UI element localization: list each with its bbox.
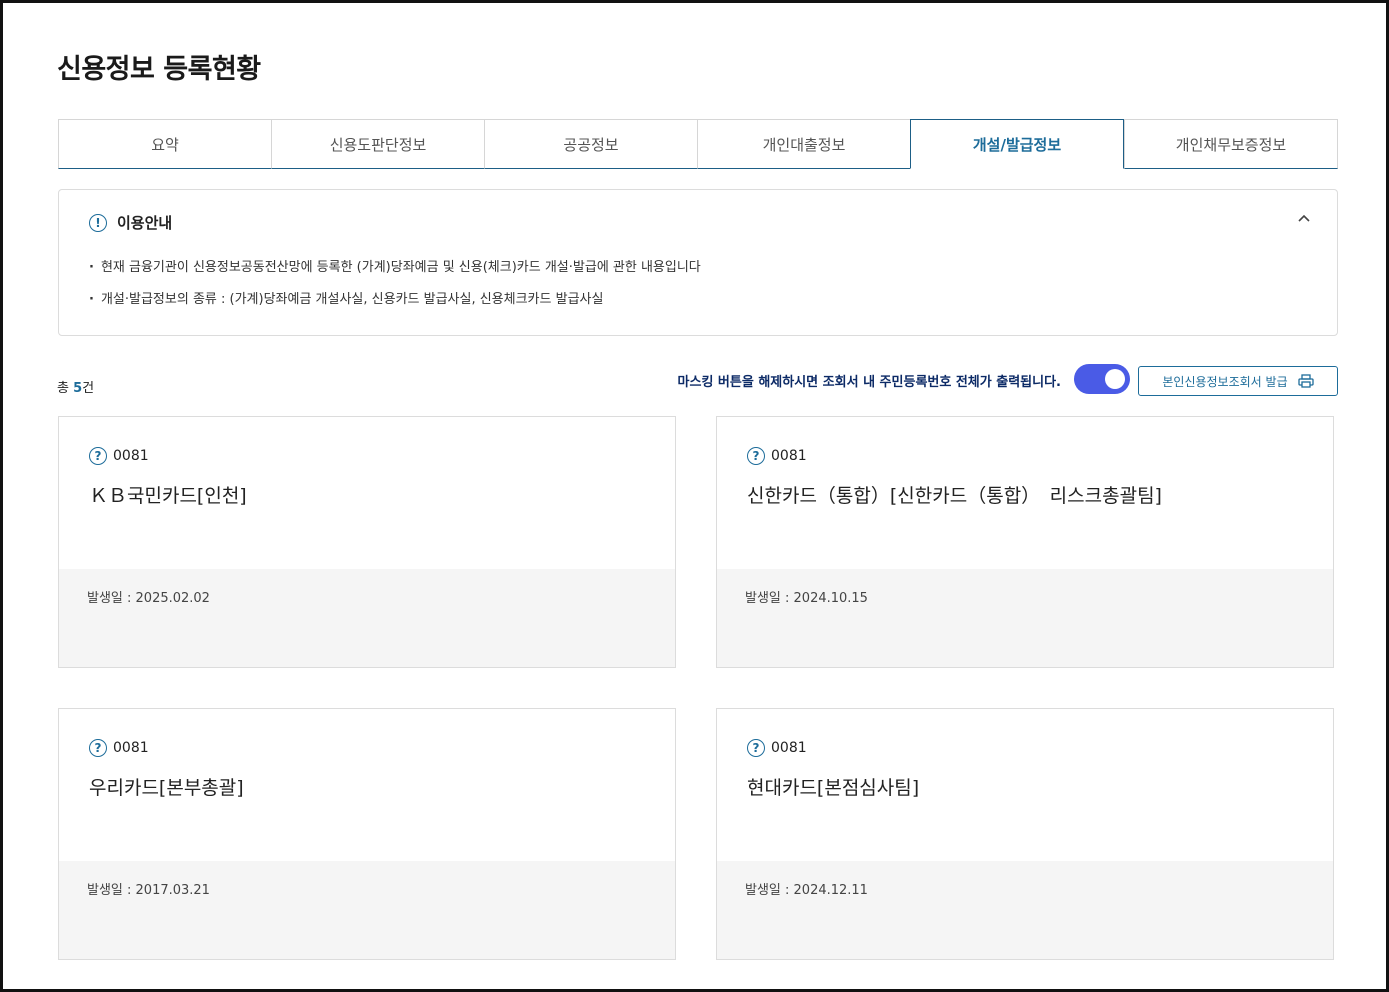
usage-guide-item: 개설·발급정보의 종류 : (가계)당좌예금 개설사실, 신용카드 발급사실, … bbox=[89, 288, 701, 307]
card-code-row: ? 0081 bbox=[89, 447, 149, 465]
question-circle-icon[interactable]: ? bbox=[89, 739, 107, 757]
count-suffix: 건 bbox=[82, 381, 95, 396]
card-footer: 발생일 : 2017.03.21 bbox=[59, 861, 675, 959]
tab-credit-judgment[interactable]: 신용도판단정보 bbox=[271, 119, 484, 169]
exclamation-circle-icon: ! bbox=[89, 213, 107, 232]
card-code-row: ? 0081 bbox=[89, 739, 149, 757]
card-footer: 발생일 : 2024.12.11 bbox=[717, 861, 1333, 959]
card-code: 0081 bbox=[771, 448, 807, 464]
card-code-row: ? 0081 bbox=[747, 739, 807, 757]
card-institution-name: 현대카드[본점심사팀] bbox=[747, 777, 920, 799]
card-institution-name: 우리카드[본부총괄] bbox=[89, 777, 244, 799]
issue-report-button[interactable]: 본인신용정보조회서 발급 bbox=[1138, 366, 1338, 396]
question-circle-icon[interactable]: ? bbox=[89, 447, 107, 465]
card-institution-name: 신한카드（통합）[신한카드（통합） 리스크총괄팀] bbox=[747, 485, 1162, 507]
card-date: 발생일 : 2025.02.02 bbox=[87, 591, 210, 606]
masking-message: 마스킹 버튼을 해제하시면 조회서 내 주민등록번호 전체가 출력됩니다. bbox=[677, 375, 1061, 390]
question-circle-icon[interactable]: ? bbox=[747, 447, 765, 465]
card-date: 발생일 : 2024.12.11 bbox=[745, 883, 868, 898]
tab-bar: 요약 신용도판단정보 공공정보 개인대출정보 개설/발급정보 개인채무보증정보 bbox=[58, 119, 1338, 169]
card-item: ? 0081 현대카드[본점심사팀] 발생일 : 2024.12.11 bbox=[716, 708, 1334, 960]
usage-guide-panel: ! 이용안내 현재 금융기관이 신용정보공동전산망에 등록한 (가계)당좌예금 … bbox=[58, 189, 1338, 336]
card-code: 0081 bbox=[771, 740, 807, 756]
usage-guide-title: 이용안내 bbox=[117, 214, 173, 232]
usage-guide-item: 현재 금융기관이 신용정보공동전산망에 등록한 (가계)당좌예금 및 신용(체크… bbox=[89, 256, 701, 275]
printer-icon bbox=[1297, 374, 1314, 388]
card-date: 발생일 : 2024.10.15 bbox=[745, 591, 868, 606]
issue-report-label: 본인신용정보조회서 발급 bbox=[1162, 374, 1288, 389]
usage-guide-header[interactable]: ! 이용안내 bbox=[89, 212, 172, 233]
card-code: 0081 bbox=[113, 448, 149, 464]
card-code-row: ? 0081 bbox=[747, 447, 807, 465]
toggle-knob bbox=[1105, 369, 1125, 389]
page-title: 신용정보 등록현황 bbox=[57, 54, 261, 85]
card-item: ? 0081 우리카드[본부총괄] 발생일 : 2017.03.21 bbox=[58, 708, 676, 960]
usage-guide-list: 현재 금융기관이 신용정보공동전산망에 등록한 (가계)당좌예금 및 신용(체크… bbox=[89, 256, 701, 320]
tab-opening-issuance[interactable]: 개설/발급정보 bbox=[910, 119, 1124, 169]
tab-personal-guarantee[interactable]: 개인채무보증정보 bbox=[1124, 119, 1338, 169]
card-institution-name: ＫＢ국민카드[인천] bbox=[89, 485, 247, 507]
count-number: 5 bbox=[73, 381, 83, 396]
page-frame: 신용정보 등록현황 요약 신용도판단정보 공공정보 개인대출정보 개설/발급정보… bbox=[0, 0, 1389, 992]
tab-public-info[interactable]: 공공정보 bbox=[484, 119, 697, 169]
card-item: ? 0081 신한카드（통합）[신한카드（통합） 리스크총괄팀] 발생일 : 2… bbox=[716, 416, 1334, 668]
card-footer: 발생일 : 2024.10.15 bbox=[717, 569, 1333, 667]
count-prefix: 총 bbox=[57, 381, 74, 396]
total-count: 총 5건 bbox=[57, 377, 94, 396]
tab-personal-loan[interactable]: 개인대출정보 bbox=[697, 119, 910, 169]
card-footer: 발생일 : 2025.02.02 bbox=[59, 569, 675, 667]
masking-toggle[interactable] bbox=[1074, 364, 1130, 394]
card-item: ? 0081 ＫＢ국민카드[인천] 발생일 : 2025.02.02 bbox=[58, 416, 676, 668]
card-date: 발생일 : 2017.03.21 bbox=[87, 883, 210, 898]
chevron-up-icon[interactable] bbox=[1297, 212, 1311, 226]
card-code: 0081 bbox=[113, 740, 149, 756]
tab-summary[interactable]: 요약 bbox=[58, 119, 271, 169]
question-circle-icon[interactable]: ? bbox=[747, 739, 765, 757]
